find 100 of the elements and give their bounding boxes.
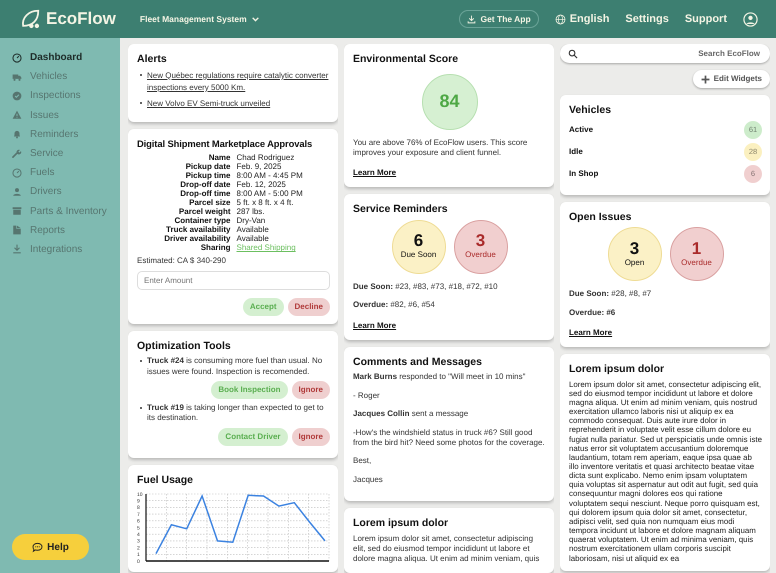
field-label: Container type [173, 216, 230, 226]
card-title: Optimization Tools [137, 340, 232, 352]
suggestion-text: Truck #24 is consuming more fuel than usual. No issues were found. Inspection is recomended. [147, 356, 324, 377]
sidebar-item[interactable]: Inspections [12, 86, 120, 106]
chevron-down-icon [250, 14, 260, 24]
system-dropdown[interactable]: Fleet Management System [140, 12, 260, 26]
field-value: 8:00 AM - 5:00 PM [236, 189, 303, 198]
get-app-button[interactable]: Get The App [459, 10, 539, 28]
learn-more-link[interactable]: Learn More [569, 326, 612, 339]
help-button[interactable]: Help [12, 534, 89, 560]
sidebar-item[interactable]: Reports [12, 220, 120, 240]
field-label: Sharing [200, 243, 230, 252]
field-label: Driver availability [164, 234, 230, 244]
decline-button[interactable]: Ignore [292, 380, 330, 399]
field-value: Feb. 9, 2025 [236, 162, 282, 171]
card-title: Vehicles [569, 104, 612, 117]
field-value: 5 ft. x 8 ft. x 4 ft. [236, 198, 294, 208]
amount-field[interactable]: Enter Amount [137, 270, 330, 290]
counter-value: 6 [414, 232, 424, 250]
field-label: Drop-off time [179, 189, 230, 198]
card-title: Fuel Usage [137, 474, 194, 486]
sidebar-item[interactable]: Reminders [12, 124, 120, 144]
decline-button[interactable]: Decline [288, 298, 330, 316]
language-button[interactable]: English [554, 10, 610, 28]
learn-more-link[interactable]: Learn More [353, 167, 396, 180]
field-value: 8:00 AM - 4:45 PM [236, 170, 303, 180]
sidebar-item[interactable]: Dashboard [12, 48, 120, 68]
field-value: 287 lbs. [236, 207, 266, 216]
accept-button[interactable]: Book Inspection [211, 380, 288, 399]
card-title: Environmental Score [353, 53, 460, 66]
message-text: Best, [353, 456, 372, 467]
search-field[interactable]: Search EcoFlow [578, 45, 762, 62]
sidebar-item[interactable]: Issues [12, 106, 120, 125]
counter-label: Open [624, 256, 644, 269]
bell-icon [12, 129, 22, 140]
sidebar-item[interactable]: Fuels [12, 163, 120, 182]
search-bar[interactable]: Search EcoFlow [560, 44, 770, 63]
sidebar-item[interactable]: Service [12, 144, 120, 164]
check-circle-icon [12, 90, 22, 101]
card-title: Open Issues [569, 210, 632, 224]
counter-label: Overdue [465, 249, 496, 262]
card-title: Service Reminders [353, 203, 449, 216]
alert-link[interactable]: New Québec regulations require catalytic converter inspections every 5000 Km. [147, 70, 330, 94]
counter-label: Due Soon [400, 249, 436, 262]
counter-value: 1 [692, 240, 702, 257]
card-title: Alerts [137, 53, 168, 66]
id-list: Overdue: #6 [569, 308, 762, 318]
search-icon [568, 48, 578, 58]
field-label: Pickup time [184, 170, 230, 180]
card-title: Comments and Messages [353, 356, 483, 368]
suggestion-text: Truck #19 is taking longer than expected to get to its destination. [147, 402, 325, 424]
vehicle-status: Idle [569, 146, 583, 158]
field-label: Parcel weight [178, 207, 230, 216]
score-description: You are above 76% of EcoFlow users. This score improves your exposure and client funnel. [353, 138, 528, 158]
field-label: Truck availability [165, 225, 230, 234]
download-icon [467, 14, 476, 24]
counter-value: 3 [630, 240, 640, 257]
sidebar-item[interactable]: Vehicles [12, 67, 120, 86]
sidebar-item[interactable]: Parts & Inventory [12, 202, 120, 221]
card-title: Lorem ipsum dolor [353, 517, 450, 530]
estimate-text: Estimated: CA $ 340-290 [137, 256, 227, 267]
field-value: Chad Rodriguez [236, 152, 296, 162]
wrench-icon [12, 148, 22, 159]
paragraph-text: Lorem ipsum dolor sit amet, consectetur adipiscing elit, sed do eiusmod tempor incididunt ut labore et dolore magna aliqua. Ut enim ad minim veniam, quis [353, 534, 540, 565]
report-icon [12, 225, 22, 236]
warning-icon [12, 110, 22, 120]
accept-button[interactable]: Accept [242, 298, 284, 316]
sidebar-item[interactable]: Integrations [12, 240, 120, 260]
edit-widgets-button[interactable]: Edit Widgets [692, 70, 770, 88]
message-text: Jacques Collin sent a message [353, 409, 470, 420]
field-value: Available [236, 234, 270, 244]
download-icon [12, 244, 22, 254]
field-label: Parcel size [188, 198, 230, 208]
gauge-icon [12, 52, 22, 63]
message-text: - Roger [353, 390, 381, 402]
card-title: Digital Shipment Marketplace Approvals [137, 138, 314, 149]
logo-text: EcoFlow [46, 8, 116, 30]
sharing-link[interactable]: Shared Shipping [236, 243, 303, 252]
nav-link[interactable]: Settings [625, 10, 669, 28]
field-value: Available [236, 225, 270, 234]
box-icon [12, 206, 22, 216]
sidebar-item[interactable]: Drivers [12, 182, 120, 202]
field-value: Dry-Van [236, 216, 266, 226]
plus-icon [700, 74, 710, 84]
alert-link[interactable]: New Volvo EV Semi-truck unveiled [147, 98, 330, 110]
accept-button[interactable]: Contact Driver [218, 428, 288, 446]
card-title: Lorem ipsum dolor [569, 362, 666, 376]
message-text: -How's the windshield status in truck #6? Still good from the bird hit? Need some photos for the coverage. [353, 428, 546, 448]
learn-more-link[interactable]: Learn More [353, 320, 396, 332]
message-text: Mark Burns responded to "Will meet in 10 mins" [353, 372, 526, 383]
nav-link[interactable]: Support [684, 10, 727, 28]
vehicle-status: In Shop [569, 168, 598, 180]
field-label: Drop-off date [179, 180, 230, 189]
counter-label: Overdue [681, 256, 712, 269]
id-list: Due Soon: #28, #8, #7 [569, 289, 762, 300]
chat-bubble-icon [32, 542, 44, 552]
vehicle-status: Active [569, 124, 594, 136]
decline-button[interactable]: Ignore [292, 428, 330, 446]
y-axis [145, 494, 147, 562]
truck-icon [12, 72, 22, 82]
